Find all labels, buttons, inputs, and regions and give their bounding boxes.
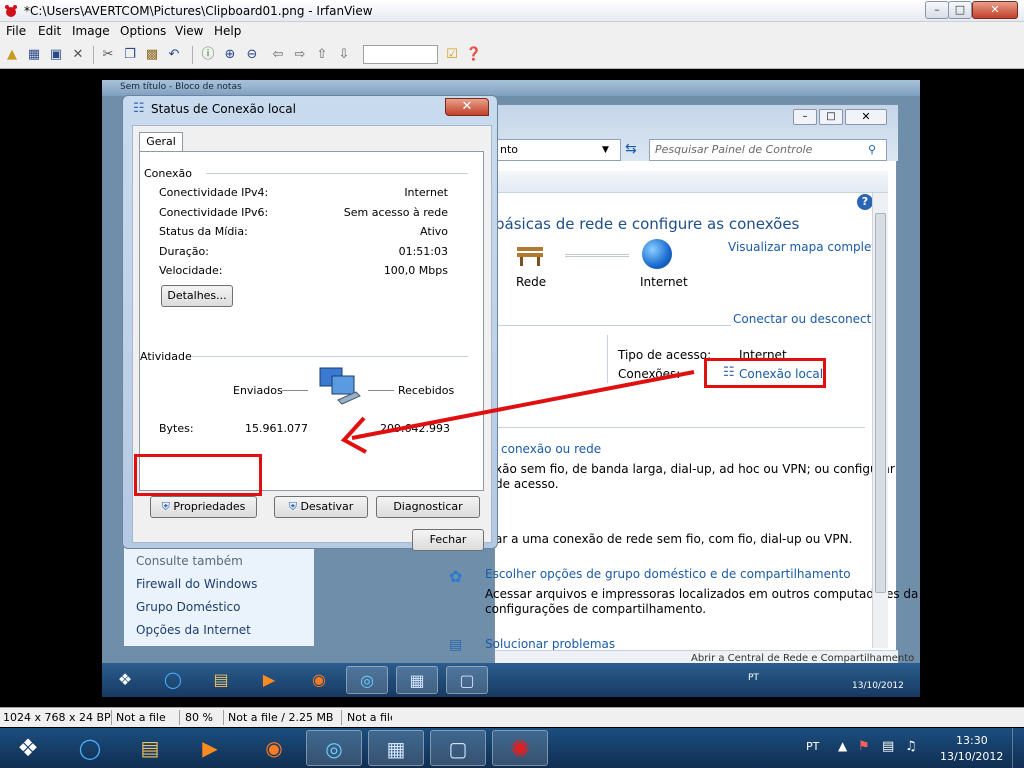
status-filesize: Not a file / 2.25 MB xyxy=(228,711,334,724)
notepad-icon: ▢ xyxy=(446,666,488,694)
info-icon[interactable]: ⓘ xyxy=(199,46,217,64)
start-orb-icon: ❖ xyxy=(117,670,133,689)
volume-icon[interactable]: ♫ xyxy=(905,739,917,754)
menu-image[interactable]: Image xyxy=(72,24,110,38)
toolbar-separator xyxy=(192,46,193,64)
undo-icon[interactable]: ↶ xyxy=(165,46,183,64)
first-icon[interactable]: ⇧ xyxy=(313,46,331,64)
inner-date: 13/10/2012 xyxy=(852,681,904,691)
save-icon[interactable]: ▣ xyxy=(47,46,65,64)
chevron-up-icon[interactable]: ▲ xyxy=(838,739,847,753)
next-icon[interactable]: ⇨ xyxy=(291,46,309,64)
window-title: *C:\Users\AVERTCOM\Pictures\Clipboard01.… xyxy=(24,4,373,18)
start-button[interactable]: ❖ xyxy=(0,730,56,766)
delete-icon[interactable]: ✕ xyxy=(69,46,87,64)
control-panel-icon[interactable]: ▦ xyxy=(368,730,424,766)
menu-edit[interactable]: Edit xyxy=(38,24,61,38)
inner-taskbar: ❖ ◯ ▤ ▶ ◉ ◎ ▦ ▢ PT 13/10/2012 xyxy=(102,663,920,697)
displayed-image: Sem título - Bloco de notas – □ ✕ nto ▼ … xyxy=(102,80,920,697)
minimize-button[interactable]: – xyxy=(925,1,949,19)
status-resolution: 1024 x 768 x 24 BPP xyxy=(3,711,111,724)
ie-icon[interactable]: ◯ xyxy=(62,730,118,766)
language-indicator[interactable]: PT xyxy=(806,740,819,753)
help-icon[interactable]: ❓ xyxy=(465,46,483,64)
menu-file[interactable]: File xyxy=(6,24,26,38)
zoom-out-icon[interactable]: ⊖ xyxy=(243,46,261,64)
action-center-flag-icon[interactable]: ⚑ xyxy=(858,739,870,754)
media-player-icon: ▶ xyxy=(262,670,276,689)
notepad-icon[interactable]: ▢ xyxy=(430,730,486,766)
status-file: Not a file xyxy=(116,711,166,724)
firefox-icon: ◉ xyxy=(312,670,326,689)
status-extra: Not a file xyxy=(347,711,392,724)
paste-icon[interactable]: ▩ xyxy=(143,46,161,64)
slideshow-icon[interactable]: ▦ xyxy=(25,46,43,64)
explorer-icon: ▤ xyxy=(213,670,229,689)
last-icon[interactable]: ⇩ xyxy=(335,46,353,64)
open-folder-icon[interactable]: ▲ xyxy=(3,46,21,64)
irfanview-icon[interactable]: ✺ xyxy=(492,730,548,766)
app-icon[interactable]: ◎ xyxy=(306,730,362,766)
toolbar-search-input[interactable] xyxy=(363,45,438,64)
menu-help[interactable]: Help xyxy=(214,24,241,38)
toolbar-separator xyxy=(93,46,94,64)
prev-icon[interactable]: ⇦ xyxy=(269,46,287,64)
maximize-button[interactable]: □ xyxy=(948,1,972,19)
status-divider xyxy=(179,710,180,725)
show-desktop-button[interactable] xyxy=(1012,728,1024,768)
network-icon[interactable]: ▤ xyxy=(882,739,894,754)
status-zoom: 80 % xyxy=(185,711,213,724)
checkmark-icon[interactable]: ☑ xyxy=(443,46,461,64)
toolbar: ▲ ▦ ▣ ✕ ✂ ❐ ▩ ↶ ⓘ ⊕ ⊖ ⇦ ⇨ ⇧ ⇩ ☑ ❓ xyxy=(0,41,1024,69)
explorer-icon[interactable]: ▤ xyxy=(122,730,178,766)
status-divider xyxy=(223,710,224,725)
irfanview-app-icon xyxy=(3,3,19,19)
ie-icon: ◯ xyxy=(164,670,182,689)
status-bar: 1024 x 768 x 24 BPP Not a file 80 % Not … xyxy=(0,707,1024,727)
clock-time[interactable]: 13:30 xyxy=(956,734,988,747)
close-button[interactable]: ✕ xyxy=(972,1,1018,19)
menu-bar: File Edit Image Options View Help xyxy=(0,22,1024,41)
menu-view[interactable]: View xyxy=(175,24,203,38)
window-titlebar: *C:\Users\AVERTCOM\Pictures\Clipboard01.… xyxy=(0,0,1024,22)
menu-options[interactable]: Options xyxy=(120,24,166,38)
firefox-icon[interactable]: ◉ xyxy=(246,730,302,766)
taskbar: ❖ ◯ ▤ ▶ ◉ ◎ ▦ ▢ ✺ PT ▲ ⚑ ▤ ♫ 13:30 13/10… xyxy=(0,728,1024,768)
clock-date[interactable]: 13/10/2012 xyxy=(940,750,1003,763)
red-annotation-arrow xyxy=(340,370,695,454)
copy-icon[interactable]: ❐ xyxy=(121,46,139,64)
control-panel-icon: ▦ xyxy=(396,666,438,694)
media-player-icon[interactable]: ▶ xyxy=(182,730,238,766)
cut-icon[interactable]: ✂ xyxy=(99,46,117,64)
status-divider xyxy=(341,710,342,725)
inner-language: PT xyxy=(748,673,759,683)
zoom-in-icon[interactable]: ⊕ xyxy=(221,46,239,64)
app-icon: ◎ xyxy=(346,666,388,694)
status-divider xyxy=(111,710,112,725)
